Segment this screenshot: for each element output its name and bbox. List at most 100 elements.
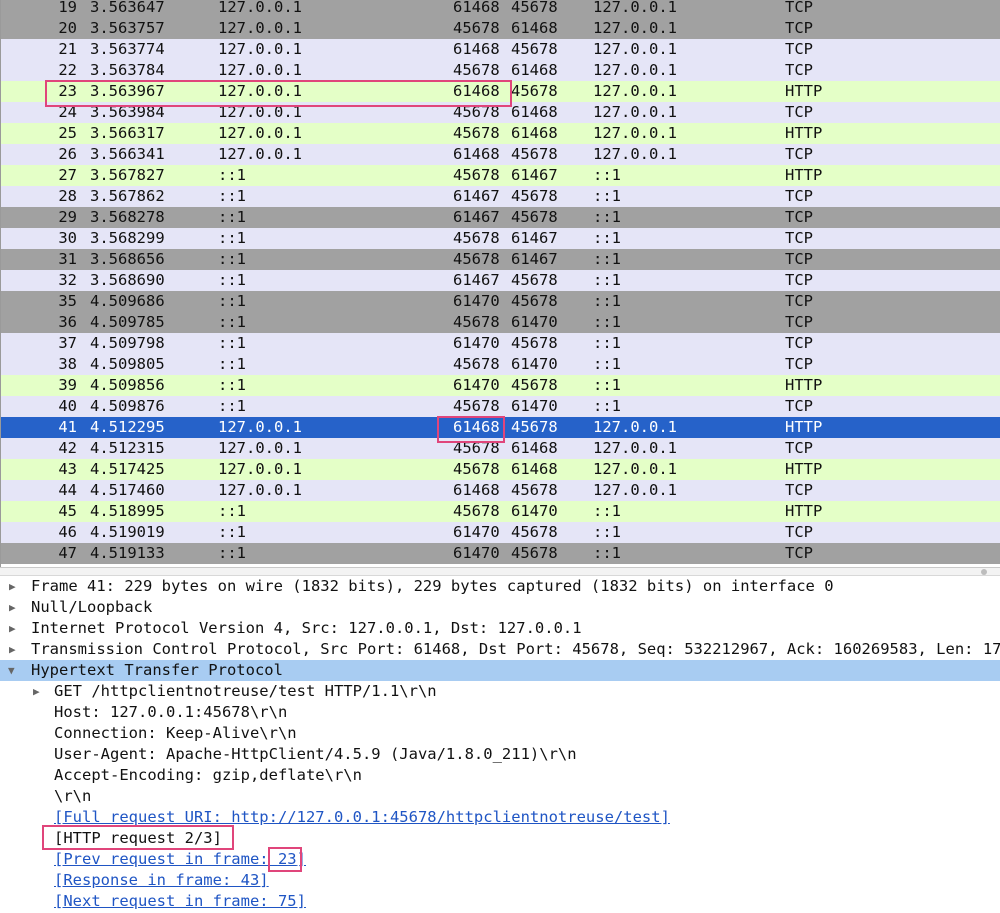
packet-time: 3.568690 (90, 271, 165, 289)
packet-row[interactable]: 44 4.517460 127.0.0.1 61468 45678 127.0.0.1 TC… (1, 480, 1000, 501)
packet-source: ::1 (218, 187, 246, 205)
packet-details[interactable]: ▶ Frame 41: 229 bytes on wire (1832 bits… (0, 576, 1000, 913)
packet-dst-port: 45678 (511, 82, 558, 100)
packet-number: 44 (58, 481, 77, 499)
packet-row[interactable]: 47 4.519133::1 61470 45678::1 TCP (1, 543, 1000, 564)
packet-protocol: TCP (785, 187, 813, 205)
packet-row[interactable]: 45 4.518995::1 45678 61470::1 HTTP (1, 501, 1000, 522)
packet-source: ::1 (218, 376, 246, 394)
detail-user-agent[interactable]: User-Agent: Apache-HttpClient/4.5.9 (Jav… (0, 744, 1000, 765)
packet-destination: ::1 (593, 376, 621, 394)
packet-destination: ::1 (593, 544, 621, 562)
detail-next-request[interactable]: [Next request in frame: 75] (0, 891, 1000, 912)
packet-dst-port: 45678 (511, 292, 558, 310)
packet-dst-port: 45678 (511, 208, 558, 226)
packet-protocol: TCP (785, 103, 813, 121)
packet-src-port: 61468 (453, 82, 500, 100)
packet-source: ::1 (218, 523, 246, 541)
packet-number: 46 (58, 523, 77, 541)
packet-time: 3.563757 (90, 19, 165, 37)
packet-number: 42 (58, 439, 77, 457)
packet-row[interactable]: 32 3.568690::1 61467 45678::1 TCP (1, 270, 1000, 291)
packet-row[interactable]: 39 4.509856::1 61470 45678::1 HTTP (1, 375, 1000, 396)
packet-destination: ::1 (593, 502, 621, 520)
packet-row[interactable]: 46 4.519019::1 61470 45678::1 TCP (1, 522, 1000, 543)
detail-http-get[interactable]: ▶ GET /httpclientnotreuse/test HTTP/1.1\… (0, 681, 1000, 702)
packet-destination: 127.0.0.1 (593, 145, 677, 163)
expand-arrow-icon[interactable]: ▶ (9, 639, 16, 660)
packet-row[interactable]: 35 4.509686::1 61470 45678::1 TCP (1, 291, 1000, 312)
packet-destination: ::1 (593, 523, 621, 541)
detail-frame[interactable]: ▶ Frame 41: 229 bytes on wire (1832 bits… (0, 576, 1000, 597)
packet-row[interactable]: 19 3.563647 127.0.0.1 61468 45678 127.0.0.1 TC… (1, 0, 1000, 18)
detail-crlf[interactable]: \r\n (0, 786, 1000, 807)
packet-src-port: 45678 (453, 355, 500, 373)
packet-src-port: 45678 (453, 397, 500, 415)
detail-prev-request[interactable]: [Prev request in frame: 23] (0, 849, 1000, 870)
packet-row[interactable]: 22 3.563784 127.0.0.1 45678 61468 127.0.0.1 TC… (1, 60, 1000, 81)
prev-request-label[interactable]: [Prev request in frame: (54, 850, 278, 868)
packet-row[interactable]: 26 3.566341 127.0.0.1 61468 45678 127.0.0.1 TC… (1, 144, 1000, 165)
packet-destination: 127.0.0.1 (593, 418, 677, 436)
packet-list[interactable]: 19 3.563647 127.0.0.1 61468 45678 127.0.0.1 TC… (0, 0, 1000, 567)
packet-number: 26 (58, 145, 77, 163)
packet-destination: 127.0.0.1 (593, 40, 677, 58)
packet-dst-port: 45678 (511, 0, 558, 16)
packet-source: ::1 (218, 271, 246, 289)
detail-accept-encoding[interactable]: Accept-Encoding: gzip,deflate\r\n (0, 765, 1000, 786)
packet-row[interactable]: 30 3.568299::1 45678 61467::1 TCP (1, 228, 1000, 249)
packet-source: ::1 (218, 229, 246, 247)
detail-request-number[interactable]: [HTTP request 2/3] (0, 828, 1000, 849)
packet-row[interactable]: 41 4.512295 127.0.0.1 61468 45678 127.0.0.1 HT… (1, 417, 1000, 438)
expand-arrow-icon[interactable]: ▶ (33, 681, 40, 702)
packet-number: 32 (58, 271, 77, 289)
packet-time: 4.519019 (90, 523, 165, 541)
packet-row[interactable]: 37 4.509798::1 61470 45678::1 TCP (1, 333, 1000, 354)
packet-row[interactable]: 25 3.566317 127.0.0.1 45678 61468 127.0.0.1 HT… (1, 123, 1000, 144)
packet-row[interactable]: 38 4.509805::1 45678 61470::1 TCP (1, 354, 1000, 375)
detail-http[interactable]: ▼ Hypertext Transfer Protocol (0, 660, 1000, 681)
pane-splitter[interactable] (0, 567, 1000, 576)
packet-time: 4.509798 (90, 334, 165, 352)
packet-row[interactable]: 36 4.509785::1 45678 61470::1 TCP (1, 312, 1000, 333)
expand-arrow-icon[interactable]: ▶ (9, 576, 16, 597)
packet-src-port: 61467 (453, 187, 500, 205)
packet-protocol: HTTP (785, 124, 823, 142)
packet-row[interactable]: 40 4.509876::1 45678 61470::1 TCP (1, 396, 1000, 417)
packet-row[interactable]: 43 4.517425 127.0.0.1 45678 61468 127.0.0.1 HT… (1, 459, 1000, 480)
packet-destination: 127.0.0.1 (593, 460, 677, 478)
detail-host[interactable]: Host: 127.0.0.1:45678\r\n (0, 702, 1000, 723)
prev-request-frame-link[interactable]: 23 (278, 850, 297, 868)
detail-response-in-frame[interactable]: [Response in frame: 43] (0, 870, 1000, 891)
packet-row[interactable]: 28 3.567862::1 61467 45678::1 TCP (1, 186, 1000, 207)
packet-dst-port: 61468 (511, 460, 558, 478)
packet-time: 3.563784 (90, 61, 165, 79)
packet-row[interactable]: 20 3.563757 127.0.0.1 45678 61468 127.0.0.1 TC… (1, 18, 1000, 39)
packet-row[interactable]: 27 3.567827::1 45678 61467::1 HTTP (1, 165, 1000, 186)
packet-number: 39 (58, 376, 77, 394)
packet-time: 4.517425 (90, 460, 165, 478)
packet-source: ::1 (218, 502, 246, 520)
detail-full-uri[interactable]: [Full request URI: http://127.0.0.1:4567… (0, 807, 1000, 828)
packet-source: ::1 (218, 544, 246, 562)
packet-row[interactable]: 21 3.563774 127.0.0.1 61468 45678 127.0.0.1 TC… (1, 39, 1000, 60)
packet-source: ::1 (218, 397, 246, 415)
packet-row[interactable]: 42 4.512315 127.0.0.1 45678 61468 127.0.0.1 TC… (1, 438, 1000, 459)
packet-source: ::1 (218, 355, 246, 373)
packet-row[interactable]: 31 3.568656::1 45678 61467::1 TCP (1, 249, 1000, 270)
detail-loopback[interactable]: ▶ Null/Loopback (0, 597, 1000, 618)
packet-destination: 127.0.0.1 (593, 0, 677, 16)
expand-arrow-icon[interactable]: ▶ (9, 597, 16, 618)
packet-row[interactable]: 24 3.563984 127.0.0.1 45678 61468 127.0.0.1 TC… (1, 102, 1000, 123)
collapse-arrow-icon[interactable]: ▼ (8, 660, 15, 681)
packet-dst-port: 61468 (511, 124, 558, 142)
detail-ip[interactable]: ▶ Internet Protocol Version 4, Src: 127.… (0, 618, 1000, 639)
packet-destination: ::1 (593, 334, 621, 352)
detail-connection[interactable]: Connection: Keep-Alive\r\n (0, 723, 1000, 744)
packet-row[interactable]: 23 3.563967 127.0.0.1 61468 45678 127.0.0.1 HT… (1, 81, 1000, 102)
detail-tcp[interactable]: ▶ Transmission Control Protocol, Src Por… (0, 639, 1000, 660)
expand-arrow-icon[interactable]: ▶ (9, 618, 16, 639)
splitter-knob[interactable] (981, 569, 987, 575)
packet-row[interactable]: 29 3.568278::1 61467 45678::1 TCP (1, 207, 1000, 228)
packet-protocol: TCP (785, 355, 813, 373)
